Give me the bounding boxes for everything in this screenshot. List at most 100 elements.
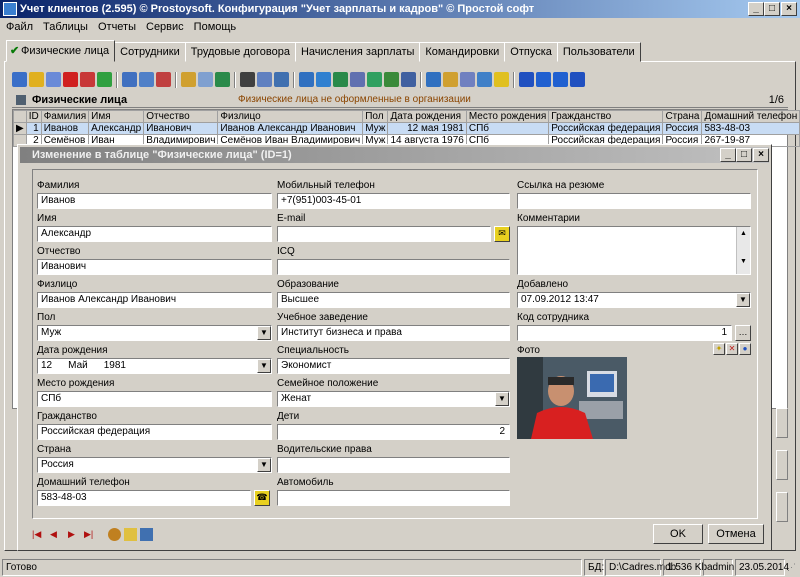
dialog-close-button[interactable]: ×	[753, 148, 769, 162]
menu-tables[interactable]: Таблицы	[39, 18, 92, 36]
sort-icon[interactable]	[181, 72, 196, 87]
next-record-icon[interactable]	[553, 72, 568, 87]
person-field[interactable]: Иванов Александр Иванович	[37, 292, 272, 308]
calc-icon[interactable]	[367, 72, 382, 87]
globe-icon[interactable]	[108, 528, 121, 541]
last-icon[interactable]: ▶|	[84, 529, 93, 540]
maximize-button[interactable]: □	[764, 2, 780, 16]
education-field[interactable]: Высшее	[277, 292, 510, 308]
tab-trips[interactable]: Командировки	[419, 42, 506, 62]
cancel-button[interactable]: Отмена	[708, 524, 764, 544]
last-record-icon[interactable]	[570, 72, 585, 87]
music-icon[interactable]	[426, 72, 441, 87]
chevron-down-icon[interactable]: ▼	[257, 458, 271, 472]
envelope-icon[interactable]: ✉	[494, 226, 510, 242]
ok-button[interactable]: OK	[653, 524, 703, 544]
cell[interactable]: Иванов	[40, 122, 90, 135]
resize-grip[interactable]: ⋰	[787, 562, 796, 573]
country-select[interactable]: Россия ▼	[37, 457, 272, 473]
tab-contracts[interactable]: Трудовые договора	[184, 42, 296, 62]
first-name-field[interactable]: Александр	[37, 226, 272, 242]
sql-icon[interactable]	[215, 72, 230, 87]
prev-record-icon[interactable]	[536, 72, 551, 87]
car-field[interactable]	[277, 490, 510, 506]
column-header[interactable]: ID	[25, 110, 42, 123]
column-header[interactable]: Отчество	[143, 110, 219, 123]
first-icon[interactable]: |◀	[32, 529, 41, 540]
birth-date-picker[interactable]: 12 Май 1981 ▼	[37, 358, 272, 374]
column-header[interactable]: Пол	[362, 110, 389, 123]
cell[interactable]: Иванович	[143, 122, 219, 135]
tab-employees[interactable]: Сотрудники	[114, 42, 186, 62]
cell[interactable]: Российская федерация	[548, 122, 664, 135]
next-icon[interactable]: ▶	[68, 529, 75, 540]
menu-reports[interactable]: Отчеты	[94, 18, 140, 36]
mobile-field[interactable]: +7(951)003-45-01	[277, 193, 510, 209]
sort-edit-icon[interactable]	[198, 72, 213, 87]
delete-all-icon[interactable]	[80, 72, 95, 87]
email-field[interactable]	[277, 226, 491, 242]
document-icon[interactable]	[140, 528, 153, 541]
photo-delete-icon[interactable]: ✕	[726, 343, 738, 355]
cell[interactable]: 12 мая 1981	[387, 122, 467, 135]
column-header[interactable]: Место рождения	[465, 110, 550, 123]
folder-icon[interactable]	[124, 528, 137, 541]
comments-textarea[interactable]	[517, 226, 751, 275]
tab-vacations[interactable]: Отпуска	[504, 42, 558, 62]
import-icon[interactable]	[316, 72, 331, 87]
column-header[interactable]: Физлицо	[217, 110, 364, 123]
add-record-icon[interactable]	[12, 72, 27, 87]
menu-service[interactable]: Сервис	[142, 18, 188, 36]
preview-icon[interactable]	[274, 72, 289, 87]
filter-edit-icon[interactable]	[139, 72, 154, 87]
chevron-down-icon[interactable]: ▼	[257, 359, 271, 373]
cell[interactable]: Россия	[662, 122, 703, 135]
patronymic-field[interactable]: Иванович	[37, 259, 272, 275]
lightning-icon[interactable]	[494, 72, 509, 87]
cell[interactable]: Иванов Александр Иванович	[217, 122, 364, 135]
home-phone-field[interactable]: 583-48-03	[37, 490, 251, 506]
children-field[interactable]: 2	[277, 424, 510, 440]
edit-record-icon[interactable]	[29, 72, 44, 87]
cell[interactable]: 1	[25, 122, 42, 135]
settings-icon[interactable]	[460, 72, 475, 87]
dialog-maximize-button[interactable]: □	[736, 148, 752, 162]
columns-icon[interactable]	[477, 72, 492, 87]
tab-users[interactable]: Пользователи	[556, 42, 641, 62]
filter-icon[interactable]	[122, 72, 137, 87]
chevron-down-icon[interactable]: ▼	[736, 293, 750, 307]
minimize-button[interactable]: _	[748, 2, 764, 16]
export-icon[interactable]	[299, 72, 314, 87]
comments-scrollbar[interactable]: ▲ ▼	[736, 227, 750, 274]
license-field[interactable]	[277, 457, 510, 473]
ellipsis-button[interactable]: …	[735, 325, 751, 341]
school-field[interactable]: Институт бизнеса и права	[277, 325, 510, 341]
last-name-field[interactable]: Иванов	[37, 193, 272, 209]
close-button[interactable]: ×	[781, 2, 797, 16]
refresh-icon[interactable]	[97, 72, 112, 87]
column-header[interactable]: Имя	[88, 110, 145, 123]
photo-load-icon[interactable]: ✦	[713, 343, 725, 355]
citizenship-field[interactable]: Российская федерация	[37, 424, 272, 440]
excel-icon[interactable]	[333, 72, 348, 87]
menu-help[interactable]: Помощь	[190, 18, 241, 36]
side-panel-tab[interactable]	[776, 408, 788, 438]
column-header[interactable]: Страна	[662, 110, 703, 123]
chevron-down-icon[interactable]: ▼	[495, 392, 509, 406]
cell[interactable]: Александр	[88, 122, 145, 135]
marital-select[interactable]: Женат ▼	[277, 391, 510, 407]
photo-zoom-icon[interactable]: ●	[739, 343, 751, 355]
column-header[interactable]: Гражданство	[548, 110, 664, 123]
column-header[interactable]: Фамилия	[40, 110, 90, 123]
column-header[interactable]: Дата рождения	[387, 110, 467, 123]
print-icon[interactable]	[257, 72, 272, 87]
filter-clear-icon[interactable]	[156, 72, 171, 87]
prev-icon[interactable]: ◀	[50, 529, 57, 540]
report-icon[interactable]	[384, 72, 399, 87]
cell[interactable]: Муж	[362, 122, 389, 135]
gender-select[interactable]: Муж ▼	[37, 325, 272, 341]
menu-file[interactable]: Файл	[2, 18, 37, 36]
resume-field[interactable]	[517, 193, 751, 209]
employee-code-field[interactable]: 1	[517, 325, 732, 341]
tab-individuals[interactable]: ✔ Физические лица	[6, 40, 116, 62]
